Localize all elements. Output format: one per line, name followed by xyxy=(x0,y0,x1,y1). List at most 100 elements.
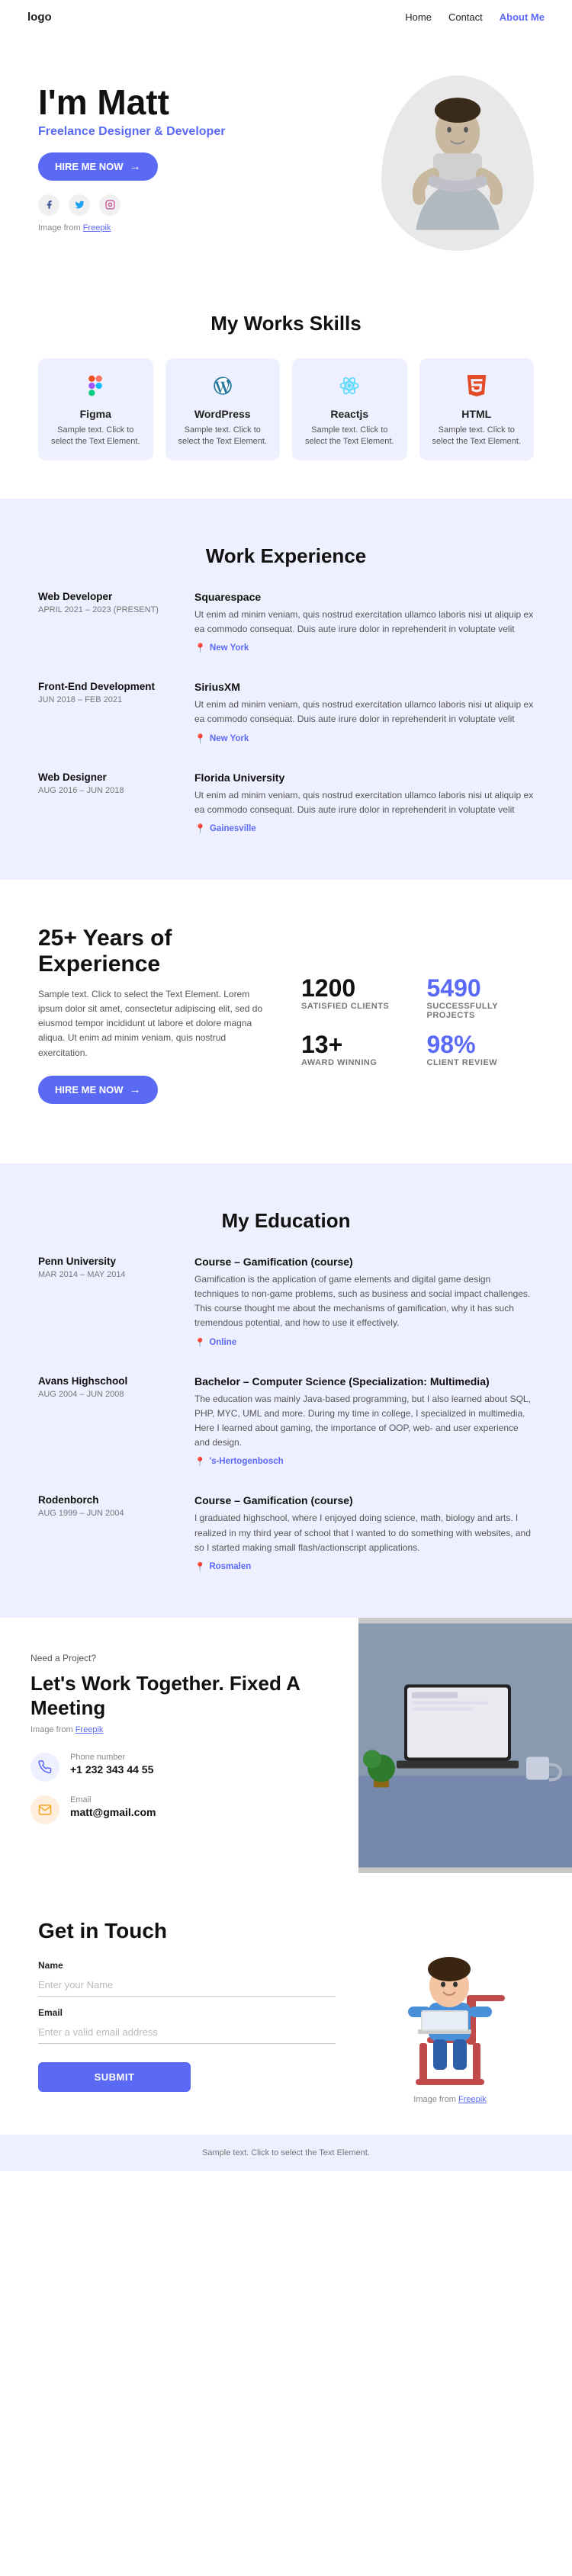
contact-form: Get in Touch Name Email SUBMIT xyxy=(38,1919,336,2104)
stat-awards: 13+ AWARD WINNING xyxy=(301,1032,409,1067)
edu-items-list: Penn University MAR 2014 – MAY 2014 Cour… xyxy=(38,1256,534,1572)
phone-icon xyxy=(38,1760,52,1774)
work-desc-1: Ut enim ad minim veniam, quis nostrud ex… xyxy=(194,608,534,637)
edu-right-3: Course – Gamification (course) I graduat… xyxy=(194,1494,534,1572)
hire-me-stats-button[interactable]: HIRE ME NOW → xyxy=(38,1076,158,1104)
skills-grid: Figma Sample text. Click to select the T… xyxy=(38,358,534,460)
stat-clients: 1200 SATISFIED CLIENTS xyxy=(301,976,409,1020)
work-desc-2: Ut enim ad minim veniam, quis nostrud ex… xyxy=(194,698,534,727)
work-left-1: Web Developer APRIL 2021 – 2023 (PRESENT… xyxy=(38,591,172,653)
cta-freepik-link[interactable]: Freepik xyxy=(76,1725,104,1734)
course-3: Course – Gamification (course) xyxy=(194,1494,534,1506)
work-item-2: Front-End Development JUN 2018 – FEB 202… xyxy=(38,681,534,743)
twitter-icon[interactable] xyxy=(69,194,90,216)
cta-heading: Let's Work Together. Fixed A Meeting xyxy=(31,1671,328,1721)
location-1: 📍 New York xyxy=(194,643,534,653)
cta-image-credit: Image from Freepik xyxy=(31,1725,328,1734)
cta-desk-svg xyxy=(358,1618,572,1873)
job-title-2: Front-End Development xyxy=(38,681,172,692)
skill-card-html: HTML Sample text. Click to select the Te… xyxy=(419,358,535,460)
figma-label: Figma xyxy=(49,408,143,420)
email-label-cta: Email xyxy=(70,1795,156,1804)
stat-review: 98% CLIENT REVIEW xyxy=(427,1032,535,1067)
footer-text: Sample text. Click to select the Text El… xyxy=(38,2148,534,2157)
html-label: HTML xyxy=(430,408,524,420)
nav-contact[interactable]: Contact xyxy=(448,11,483,23)
contact-illustration-wrap: Image from Freepik xyxy=(366,1919,534,2104)
email-form-group: Email xyxy=(38,2007,336,2044)
facebook-icon[interactable] xyxy=(38,194,59,216)
work-right-2: SiriusXM Ut enim ad minim veniam, quis n… xyxy=(194,681,534,743)
job-date-3: AUG 2016 – JUN 2018 xyxy=(38,786,172,795)
stat-clients-label: SATISFIED CLIENTS xyxy=(301,1002,409,1011)
contact-freepik-link[interactable]: Freepik xyxy=(458,2095,487,2104)
skill-card-wordpress: WordPress Sample text. Click to select t… xyxy=(165,358,281,460)
stats-text: 25+ Years of Experience Sample text. Cli… xyxy=(38,925,271,1118)
edu-right-1: Course – Gamification (course) Gamificat… xyxy=(194,1256,534,1348)
submit-button[interactable]: SUBMIT xyxy=(38,2062,191,2092)
job-title-1: Web Developer xyxy=(38,591,172,602)
nav-about[interactable]: About Me xyxy=(500,11,545,23)
nav-links: Home Contact About Me xyxy=(405,11,545,23)
edu-item-3: Rodenborch AUG 1999 – JUN 2004 Course – … xyxy=(38,1494,534,1572)
work-left-2: Front-End Development JUN 2018 – FEB 202… xyxy=(38,681,172,743)
uni-2: Avans Highschool xyxy=(38,1375,172,1387)
job-title-3: Web Designer xyxy=(38,772,172,783)
location-3: 📍 Gainesville xyxy=(194,823,534,834)
edu-item-1: Penn University MAR 2014 – MAY 2014 Cour… xyxy=(38,1256,534,1348)
email-input[interactable] xyxy=(38,2021,336,2044)
freepik-link[interactable]: Freepik xyxy=(83,223,111,233)
email-icon-wrap xyxy=(31,1795,59,1824)
uni-1: Penn University xyxy=(38,1256,172,1267)
edu-date-3: AUG 1999 – JUN 2004 xyxy=(38,1509,172,1518)
hire-me-button[interactable]: HIRE ME NOW → xyxy=(38,152,158,181)
edu-date-1: MAR 2014 – MAY 2014 xyxy=(38,1270,172,1279)
stat-clients-num: 1200 xyxy=(301,976,409,1000)
skills-title: My Works Skills xyxy=(38,312,534,335)
email-value: matt@gmail.com xyxy=(70,1806,156,1818)
arrow-stats-icon: → xyxy=(130,1083,141,1096)
name-form-group: Name xyxy=(38,1960,336,1997)
footer: Sample text. Click to select the Text El… xyxy=(0,2135,572,2171)
hero-text: I'm Matt Freelance Designer & Developer … xyxy=(38,75,366,233)
stat-projects-num: 5490 xyxy=(427,976,535,1000)
wordpress-label: WordPress xyxy=(176,408,270,420)
edu-right-2: Bachelor – Computer Science (Specializat… xyxy=(194,1375,534,1468)
stat-awards-label: AWARD WINNING xyxy=(301,1058,409,1067)
work-left-3: Web Designer AUG 2016 – JUN 2018 xyxy=(38,772,172,834)
company-2: SiriusXM xyxy=(194,681,534,693)
stats-numbers: 1200 SATISFIED CLIENTS 5490 SUCCESSFULLY… xyxy=(301,925,534,1118)
stat-projects-label: SUCCESSFULLY PROJECTS xyxy=(427,1002,535,1020)
figma-desc: Sample text. Click to select the Text El… xyxy=(49,425,143,448)
html-desc: Sample text. Click to select the Text El… xyxy=(430,425,524,448)
cta-left: Need a Project? Let's Work Together. Fix… xyxy=(0,1618,358,1873)
phone-details: Phone number +1 232 343 44 55 xyxy=(70,1753,153,1776)
contact-person-svg xyxy=(374,1919,526,2087)
work-item-1: Web Developer APRIL 2021 – 2023 (PRESENT… xyxy=(38,591,534,653)
react-icon xyxy=(303,375,397,402)
contact-email-item: Email matt@gmail.com xyxy=(31,1795,328,1824)
edu-left-3: Rodenborch AUG 1999 – JUN 2004 xyxy=(38,1494,172,1572)
contact-phone-item: Phone number +1 232 343 44 55 xyxy=(31,1753,328,1782)
job-date-1: APRIL 2021 – 2023 (PRESENT) xyxy=(38,605,172,614)
phone-label: Phone number xyxy=(70,1753,153,1762)
hero-image-credit: Image from Freepik xyxy=(38,223,366,233)
skill-card-figma: Figma Sample text. Click to select the T… xyxy=(38,358,153,460)
instagram-icon[interactable] xyxy=(99,194,121,216)
work-right-3: Florida University Ut enim ad minim veni… xyxy=(194,772,534,834)
contact-image-credit: Image from Freepik xyxy=(374,2095,526,2104)
edu-desc-2: The education was mainly Java-based prog… xyxy=(194,1392,534,1451)
job-date-2: JUN 2018 – FEB 2021 xyxy=(38,695,172,704)
social-icons xyxy=(38,194,366,216)
name-input[interactable] xyxy=(38,1974,336,1997)
hero-image xyxy=(381,75,534,251)
name-label: Name xyxy=(38,1960,336,1971)
wordpress-desc: Sample text. Click to select the Text El… xyxy=(176,425,270,448)
course-1: Course – Gamification (course) xyxy=(194,1256,534,1268)
work-item-3: Web Designer AUG 2016 – JUN 2018 Florida… xyxy=(38,772,534,834)
hero-section: I'm Matt Freelance Designer & Developer … xyxy=(0,34,572,266)
skill-card-react: Reactjs Sample text. Click to select the… xyxy=(292,358,407,460)
stat-review-label: CLIENT REVIEW xyxy=(427,1058,535,1067)
navbar: logo Home Contact About Me xyxy=(0,0,572,34)
nav-home[interactable]: Home xyxy=(405,11,432,23)
